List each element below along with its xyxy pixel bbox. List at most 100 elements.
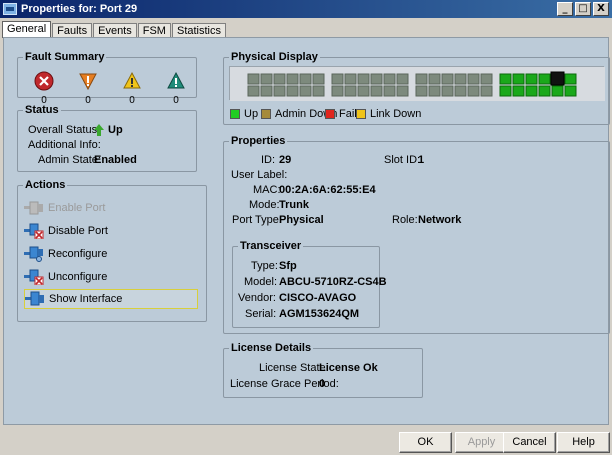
switch-port[interactable] xyxy=(499,73,512,85)
selected-port[interactable] xyxy=(550,71,565,86)
slot-id-value: 1 xyxy=(418,154,425,166)
tab-general[interactable]: General xyxy=(2,21,52,38)
switch-port[interactable] xyxy=(383,73,396,85)
enable-port-label: Enable Port xyxy=(48,202,106,214)
switch-port[interactable] xyxy=(525,85,538,97)
physical-display-title: Physical Display xyxy=(229,51,320,64)
transceiver-vendor-value: CISCO-AVAGO xyxy=(279,292,357,304)
switch-port[interactable] xyxy=(441,85,454,97)
switch-port[interactable] xyxy=(454,73,467,85)
transceiver-type-label: Type: xyxy=(251,260,278,272)
critical-fault[interactable]: 0 xyxy=(30,71,58,106)
major-count: 0 xyxy=(85,95,91,106)
mode-value: Trunk xyxy=(279,199,309,211)
switch-port[interactable] xyxy=(331,73,344,85)
reconfigure-action[interactable]: Reconfigure xyxy=(24,244,198,264)
tab-events[interactable]: Events xyxy=(93,23,137,38)
switch-port[interactable] xyxy=(299,85,312,97)
maximize-button[interactable]: □ xyxy=(575,2,591,16)
switch-port[interactable] xyxy=(247,85,260,97)
switch-port[interactable] xyxy=(415,73,428,85)
switch-port[interactable] xyxy=(396,73,409,85)
switch-port[interactable] xyxy=(551,85,564,97)
switch-port[interactable] xyxy=(564,85,577,97)
switch-port[interactable] xyxy=(383,85,396,97)
transceiver-serial-label: Serial: xyxy=(245,308,277,320)
reconfigure-icon xyxy=(24,246,44,262)
tab-faults[interactable]: Faults xyxy=(52,23,93,38)
show-interface-icon xyxy=(25,291,45,307)
port-type-value: Physical xyxy=(279,214,324,226)
disable-port-label: Disable Port xyxy=(48,225,108,237)
transceiver-model-label: Model: xyxy=(244,276,278,288)
unconfigure-action[interactable]: Unconfigure xyxy=(24,267,198,287)
switch-port[interactable] xyxy=(396,85,409,97)
switch-port[interactable] xyxy=(564,73,577,85)
switch-port[interactable] xyxy=(260,73,273,85)
warning-fault[interactable]: 0 xyxy=(162,71,190,106)
switch-port[interactable] xyxy=(480,73,493,85)
switch-port[interactable] xyxy=(273,73,286,85)
role-value: Network xyxy=(418,214,462,226)
switch-port[interactable] xyxy=(344,73,357,85)
switch-port[interactable] xyxy=(312,85,325,97)
major-fault[interactable]: 0 xyxy=(74,71,102,106)
switch-port[interactable] xyxy=(312,73,325,85)
switch-port[interactable] xyxy=(467,73,480,85)
switch-port[interactable] xyxy=(286,85,299,97)
help-button[interactable]: Help xyxy=(557,432,610,453)
license-grace-value: 0 xyxy=(319,378,326,390)
show-interface-label: Show Interface xyxy=(49,293,123,305)
switch-port[interactable] xyxy=(370,73,383,85)
minimize-button[interactable]: _ xyxy=(557,2,573,16)
tab-statistics[interactable]: Statistics xyxy=(171,23,226,38)
fail-swatch xyxy=(325,109,335,119)
legend-link-down-label: Link Down xyxy=(370,108,422,120)
overall-status-label: Overall Status: xyxy=(28,124,101,136)
switch-port[interactable] xyxy=(499,85,512,97)
switch-port[interactable] xyxy=(357,85,370,97)
switch-port[interactable] xyxy=(467,85,480,97)
enable-port-action[interactable]: Enable Port xyxy=(24,198,198,218)
close-button[interactable]: X xyxy=(593,2,609,16)
switch-port[interactable] xyxy=(299,73,312,85)
tab-bar: General Faults Events FSM Statistics xyxy=(2,21,227,38)
disable-port-action[interactable]: Disable Port xyxy=(24,221,198,241)
switch-port[interactable] xyxy=(357,73,370,85)
switch-port[interactable] xyxy=(454,85,467,97)
ok-button[interactable]: OK xyxy=(399,432,452,453)
switch-port[interactable] xyxy=(286,73,299,85)
switch-port[interactable] xyxy=(525,73,538,85)
cancel-button[interactable]: Cancel xyxy=(503,432,556,453)
legend-up-label: Up xyxy=(244,108,259,120)
switch-port[interactable] xyxy=(538,73,551,85)
minor-fault[interactable]: 0 xyxy=(118,71,146,106)
minor-count: 0 xyxy=(129,95,135,106)
license-details-title: License Details xyxy=(229,342,314,355)
switch-port[interactable] xyxy=(273,85,286,97)
minor-icon xyxy=(123,71,141,89)
switch-port[interactable] xyxy=(415,85,428,97)
switch-port[interactable] xyxy=(538,85,551,97)
switch-port[interactable] xyxy=(512,73,525,85)
properties-group: Properties ID: 29 Slot ID: 1 User Label:… xyxy=(223,135,610,334)
apply-button[interactable]: Apply xyxy=(455,432,508,453)
disable-port-icon xyxy=(24,223,44,240)
switch-port[interactable] xyxy=(331,85,344,97)
switch-port[interactable] xyxy=(480,85,493,97)
user-label-label: User Label: xyxy=(231,169,288,181)
mac-label: MAC: xyxy=(253,184,281,196)
switch-port[interactable] xyxy=(260,85,273,97)
tab-fsm[interactable]: FSM xyxy=(137,23,171,38)
switch-port[interactable] xyxy=(441,73,454,85)
port-grid xyxy=(230,67,605,101)
switch-port[interactable] xyxy=(247,73,260,85)
fault-summary-title: Fault Summary xyxy=(23,51,107,64)
switch-port[interactable] xyxy=(512,85,525,97)
show-interface-action[interactable]: Show Interface xyxy=(24,289,198,309)
switch-port[interactable] xyxy=(428,73,441,85)
transceiver-title: Transceiver xyxy=(238,240,304,253)
switch-port[interactable] xyxy=(370,85,383,97)
switch-port[interactable] xyxy=(344,85,357,97)
switch-port[interactable] xyxy=(428,85,441,97)
